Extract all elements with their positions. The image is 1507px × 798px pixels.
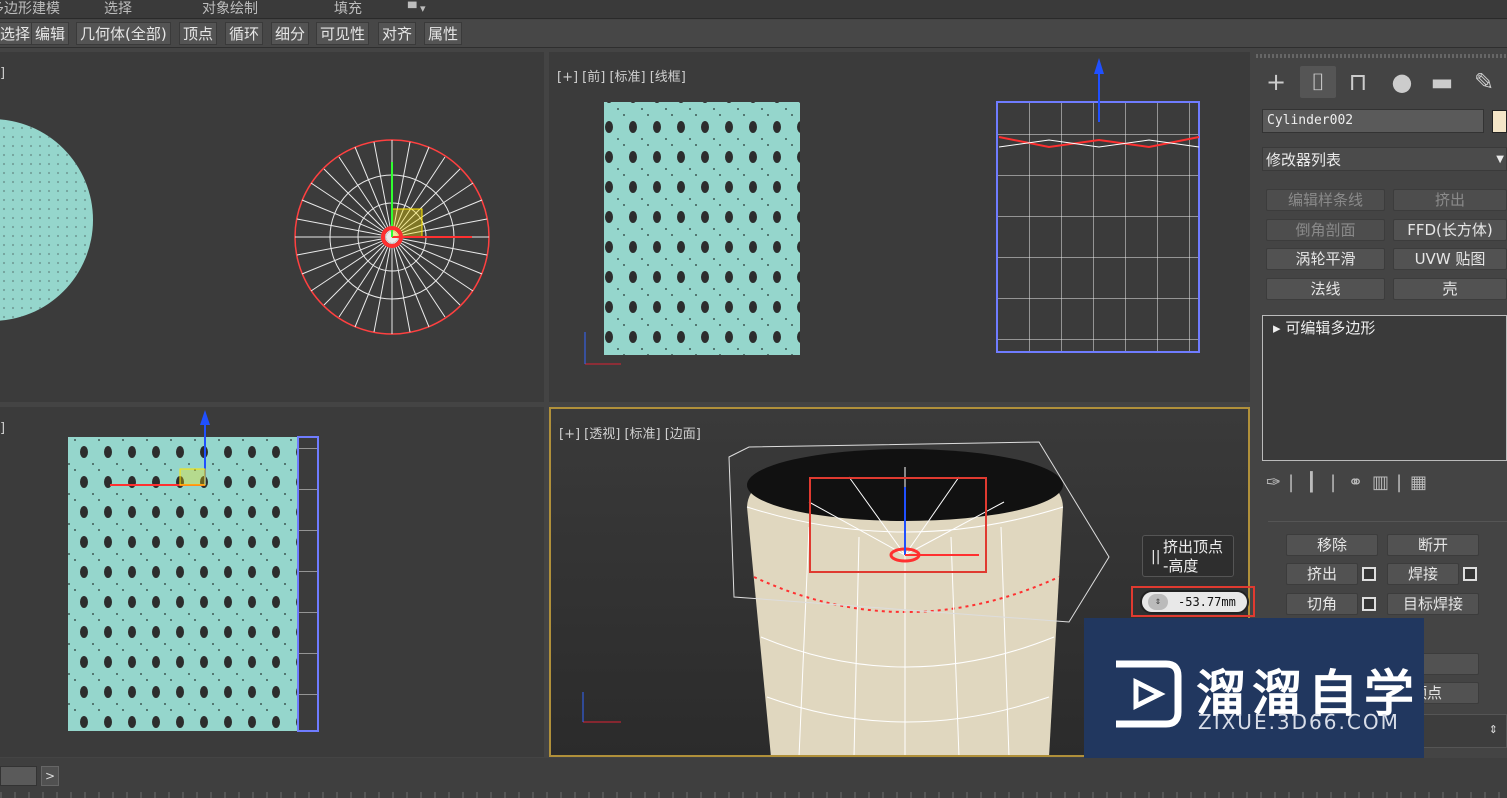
mod-btn-edit-spline[interactable]: 编辑样条线	[1266, 189, 1385, 211]
object-color-swatch[interactable]	[1492, 110, 1507, 133]
modifier-list-dropdown[interactable]: 修改器列表 ▼	[1262, 147, 1507, 171]
chamfer-settings-icon[interactable]	[1362, 597, 1376, 611]
toolbar-divider: |	[1396, 472, 1403, 493]
stack-item-label: 可编辑多边形	[1285, 319, 1376, 337]
mod-btn-bevel-profile[interactable]: 倒角剖面	[1266, 219, 1385, 241]
motion-icon[interactable]: ●	[1384, 66, 1420, 98]
ribbon-tab-geometry[interactable]: 几何体(全部)	[76, 22, 171, 45]
create-icon[interactable]: +	[1258, 66, 1294, 98]
command-panel-tabs: + ⌷ ⊓ ● ▬ ✎	[1256, 62, 1507, 100]
menu-object-paint[interactable]: 对象绘制	[202, 0, 258, 19]
mod-btn-normal[interactable]: 法线	[1266, 278, 1385, 300]
grip-icon: ||	[1151, 549, 1161, 565]
ribbon-toggle-icon[interactable]: ▀ ▾	[408, 0, 425, 19]
top-view-geometry	[0, 119, 490, 335]
spinner-value[interactable]: -53.77mm	[1178, 595, 1236, 609]
mod-btn-ffd-box[interactable]: FFD(长方体)	[1393, 219, 1507, 241]
ribbon-tab-visibility[interactable]: 可见性	[316, 22, 370, 45]
mod-btn-turbosmooth[interactable]: 涡轮平滑	[1266, 248, 1385, 270]
show-end-result-icon[interactable]: ┃	[1306, 472, 1317, 493]
extrude-height-spinner[interactable]: ⇕ -53.77mm	[1140, 590, 1249, 614]
display-icon[interactable]: ▬	[1424, 66, 1460, 98]
toolbar-divider: |	[1288, 472, 1295, 493]
modifier-stack[interactable]: ▸ 可编辑多边形	[1262, 315, 1507, 461]
edit-btn-remove[interactable]: 移除	[1286, 534, 1378, 556]
ribbon-tab-vertices[interactable]: 顶点	[179, 22, 218, 45]
edit-btn-extrude[interactable]: 挤出	[1286, 563, 1358, 585]
mod-btn-extrude[interactable]: 挤出	[1393, 189, 1507, 211]
left-view-geometry	[68, 410, 319, 732]
time-slider[interactable]	[0, 766, 37, 786]
edit-btn-break[interactable]: 断开	[1387, 534, 1479, 556]
toolbar-divider: |	[1330, 472, 1337, 493]
watermark-url: ZIXUE.3D66.COM	[1198, 710, 1400, 734]
menu-polygon-modeling[interactable]: 多边形建模	[0, 0, 60, 19]
mod-btn-shell[interactable]: 壳	[1393, 278, 1507, 300]
stack-item-editable-poly[interactable]: ▸ 可编辑多边形	[1263, 318, 1506, 338]
front-view-geometry	[584, 58, 1200, 365]
viewport-front[interactable]: [+] [前] [标准] [线框]	[549, 52, 1250, 402]
selection-highlight-box	[809, 477, 987, 573]
ribbon-tab-edit[interactable]: 编辑	[31, 22, 70, 45]
modify-icon[interactable]: ⌷	[1300, 66, 1336, 98]
chevron-right-icon[interactable]: >	[41, 766, 59, 786]
edit-btn-weld[interactable]: 焊接	[1387, 563, 1459, 585]
menu-populate[interactable]: 填充	[334, 0, 362, 19]
tooltip-line1: 挤出顶点	[1163, 538, 1224, 556]
menu-bar: 多边形建模 选择 对象绘制 填充 ▀ ▾	[0, 0, 1507, 19]
spinner-updown-icon[interactable]: ⇕	[1489, 723, 1498, 736]
ribbon-tab-properties[interactable]: 属性	[424, 22, 463, 45]
menu-selection[interactable]: 选择	[104, 0, 132, 19]
ribbon-tab-loops[interactable]: 循环	[225, 22, 264, 45]
viewport-left[interactable]: ]	[0, 407, 544, 757]
ribbon-tab-align[interactable]: 对齐	[378, 22, 417, 45]
extrude-height-tooltip: || 挤出顶点 -高度	[1142, 535, 1234, 577]
extrude-settings-icon[interactable]	[1362, 567, 1376, 581]
mod-btn-uvw-map[interactable]: UVW 贴图	[1393, 248, 1507, 270]
pin-stack-icon[interactable]: ✑	[1266, 472, 1281, 493]
logo-play-icon	[1116, 660, 1182, 728]
tooltip-line2: -高度	[1163, 557, 1199, 575]
expand-triangle-icon[interactable]: ▸	[1273, 319, 1285, 337]
make-unique-icon[interactable]: ⚭	[1348, 472, 1363, 493]
modifier-list-label: 修改器列表	[1266, 151, 1342, 169]
timeline-bar: >	[0, 758, 1507, 798]
hierarchy-icon[interactable]: ⊓	[1340, 66, 1376, 98]
edit-btn-target-weld[interactable]: 目标焊接	[1387, 593, 1479, 615]
weld-settings-icon[interactable]	[1463, 567, 1477, 581]
ribbon-tab-select[interactable]: 选择	[0, 22, 35, 45]
utilities-icon[interactable]: ✎	[1466, 66, 1502, 98]
object-name-field[interactable]: Cylinder002	[1262, 109, 1484, 133]
panel-grip[interactable]	[1256, 54, 1507, 58]
rollout-divider	[1268, 521, 1507, 522]
ribbon-toolbar: 选择 编辑 几何体(全部) 顶点 循环 细分 可见性 对齐 属性	[0, 20, 1507, 48]
ribbon-tab-subdivision[interactable]: 细分	[271, 22, 310, 45]
remove-modifier-icon[interactable]: ▥	[1372, 472, 1389, 493]
configure-sets-icon[interactable]: ▦	[1410, 472, 1427, 493]
chevron-down-icon: ▼	[1496, 154, 1504, 165]
timeline-ticks[interactable]	[0, 792, 1507, 798]
viewport-top[interactable]: ]	[0, 52, 544, 402]
spinner-arrows-icon[interactable]: ⇕	[1148, 594, 1168, 610]
edit-btn-chamfer[interactable]: 切角	[1286, 593, 1358, 615]
watermark-banner: 溜溜自学 ZIXUE.3D66.COM	[1084, 618, 1424, 778]
